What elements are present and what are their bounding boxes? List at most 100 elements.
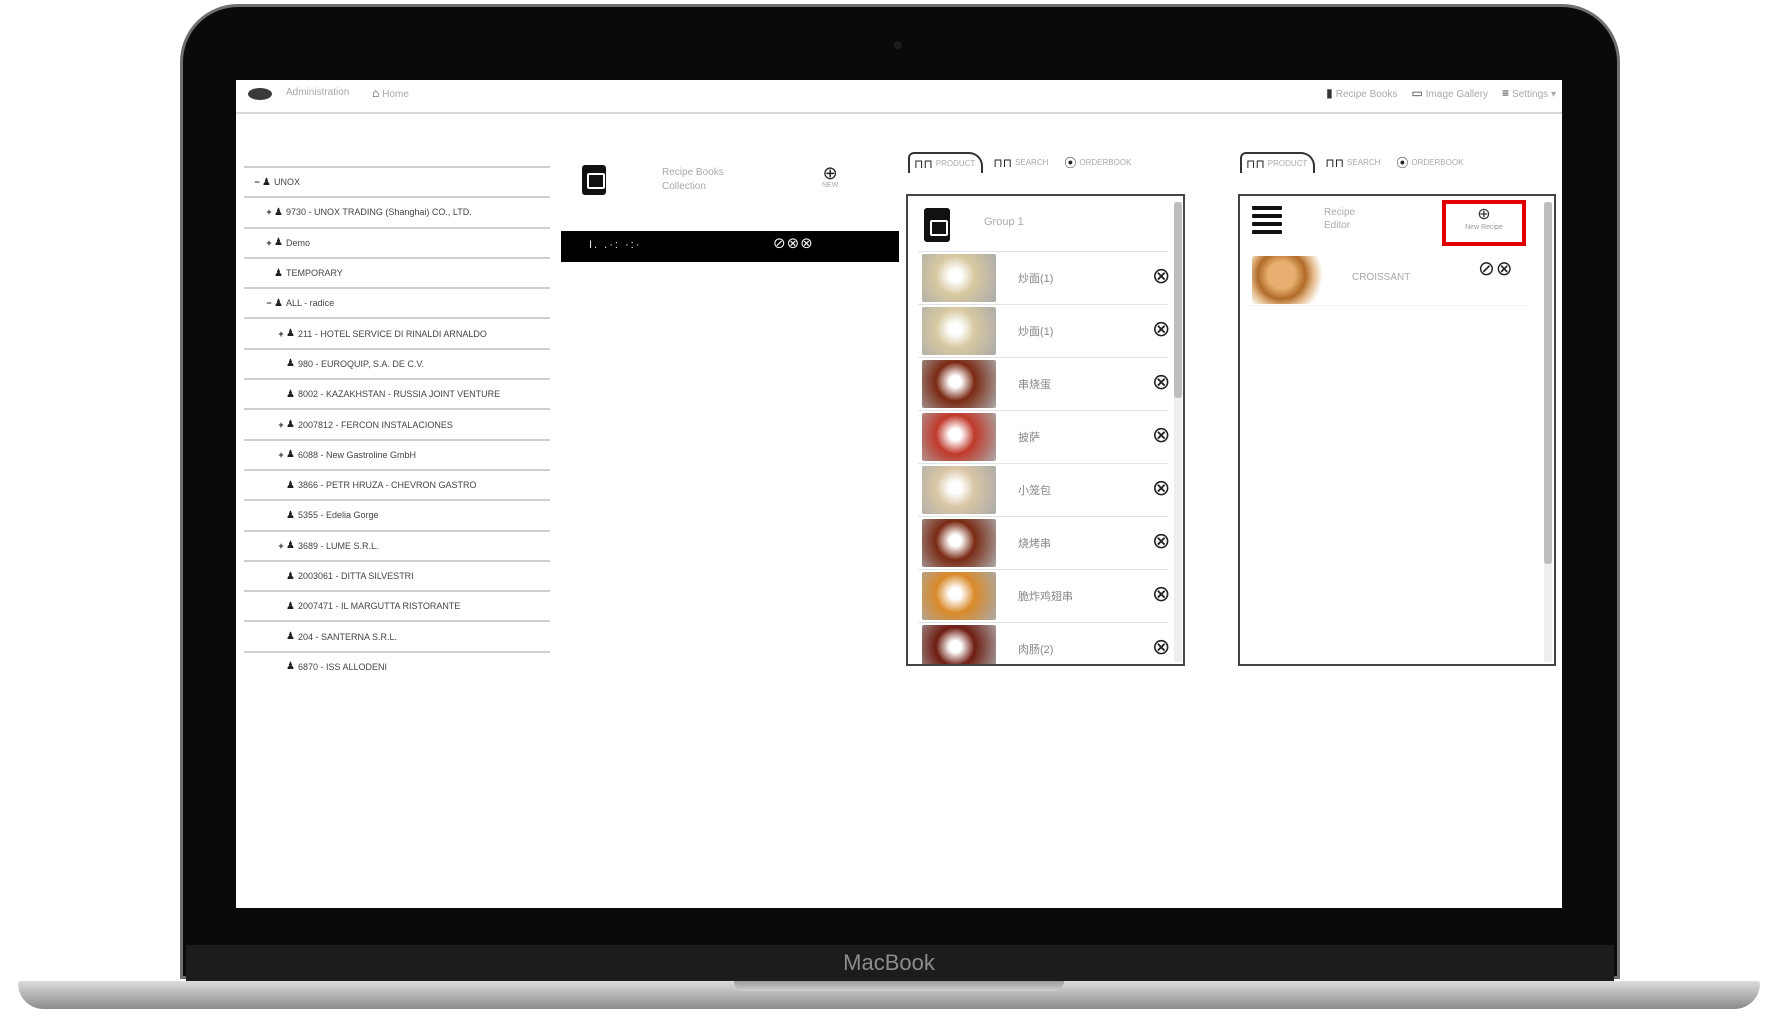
selected-collection-label: I. .·: ·:· [589, 239, 642, 251]
recipe-row[interactable]: 炒面(1) ⊗ [918, 251, 1170, 304]
nav-administration-link[interactable]: Administration [286, 87, 349, 98]
customer-tree: − ♟ UNOX + ♟ 9730 - UNOX TRADING (Shanghai) C… [244, 166, 550, 681]
plus-circle-icon: ⊕ [822, 163, 838, 183]
user-icon: ♟ [286, 631, 295, 643]
recipe-row[interactable]: 脆炸鸡翅串 ⊗ [918, 569, 1170, 622]
recipe-editor-title: Recipe Editor [1324, 207, 1356, 231]
tree-item[interactable]: − ♟ UNOX [244, 166, 550, 196]
nav-home-link[interactable]: ⌂ Home [372, 86, 409, 100]
tree-item[interactable]: + ♟ 211 - HOTEL SERVICE DI RINALDI ARNALDO [244, 317, 550, 347]
remove-circle-icon[interactable]: ⊗ [1152, 636, 1170, 658]
expand-icon[interactable]: + [276, 450, 286, 460]
nav-recipe-books-link[interactable]: ▮ Recipe Books [1326, 86, 1397, 100]
tree-item[interactable]: ♟ 3866 - PETR HRUZA - CHEVRON GASTRO [244, 468, 550, 499]
tree-item[interactable]: + ♟ 3689 - LUME S.R.L. [244, 529, 550, 560]
tab-product[interactable]: ⊓⊓ PRODUCT [908, 152, 984, 173]
user-icon: ♟ [274, 237, 283, 249]
tree-item[interactable]: ♟ 6870 - ISS ALLODENI [244, 650, 550, 681]
remove-circle-icon[interactable]: ⊗ [1152, 424, 1170, 446]
collection-actions-icons[interactable]: ⊘⊗⊗ [773, 234, 814, 252]
expand-icon[interactable]: + [276, 541, 286, 551]
recipe-row[interactable]: 串烧蛋 ⊗ [918, 357, 1170, 410]
brand-logo-icon[interactable] [248, 88, 272, 100]
recipe-name: 小笼包 [1018, 485, 1051, 497]
groups-panel: Group 1 炒面(1) ⊗ 炒面(1) ⊗ 串烧蛋 ⊗ 披萨 ⊗ 小笼包 ⊗ 烧烤串 ⊗ 脆炸鸡翅串… [906, 194, 1185, 666]
collapse-icon[interactable]: − [252, 177, 262, 187]
tree-item[interactable]: ♟ 5355 - Edelia Gorge [244, 499, 550, 529]
groups-scrollbar-thumb[interactable] [1174, 202, 1182, 398]
tab-orderbook-label: ORDERBOOK [1411, 158, 1464, 167]
recipe-row[interactable]: 小笼包 ⊗ [918, 463, 1170, 516]
chevron-down-icon: ▾ [1548, 89, 1556, 100]
tab-orderbook-label: ORDERBOOK [1079, 158, 1132, 167]
remove-circle-icon[interactable]: ⊗ [1152, 318, 1170, 340]
tab-product[interactable]: ⊓⊓ PRODUCT [1240, 152, 1316, 173]
tab-search[interactable]: ⊓⊓ SEARCH [989, 152, 1054, 173]
expand-icon[interactable]: + [276, 420, 286, 430]
nav-home-label: Home [382, 89, 409, 100]
recipe-thumbnail [922, 466, 996, 514]
user-icon: ♟ [286, 509, 295, 521]
selected-collection-row[interactable]: I. .·: ·:· ⊘⊗⊗ [561, 231, 899, 262]
remove-circle-icon[interactable]: ⊗ [1152, 530, 1170, 552]
remove-circle-icon[interactable]: ⊗ [1152, 265, 1170, 287]
user-icon: ♟ [274, 267, 283, 279]
tree-item[interactable]: ♟ 2007471 - IL MARGUTTA RISTORANTE [244, 590, 550, 620]
tree-item[interactable]: ♟ 204 - SANTERNA S.R.L. [244, 620, 550, 650]
tree-item[interactable]: + ♟ 2007812 - FERCON INSTALACIONES [244, 408, 550, 438]
editor-scrollbar-thumb[interactable] [1544, 202, 1552, 564]
tab-orderbook[interactable]: ⦿ ORDERBOOK [1392, 152, 1469, 173]
app-screen: Administration ⌂ Home ▮ Recipe Books ▭ Imag… [236, 80, 1562, 908]
expand-icon[interactable]: + [264, 238, 274, 248]
user-icon: ♟ [286, 600, 295, 612]
collection-title: Recipe Books Collection [662, 167, 724, 192]
laptop-brand-label: MacBook [843, 950, 935, 975]
tree-item-label: TEMPORARY [285, 268, 343, 279]
expand-icon[interactable]: + [276, 329, 286, 339]
new-recipe-button[interactable]: ⊕ New Recipe [1442, 200, 1526, 246]
tree-item-label: 5355 - Edelia Gorge [297, 510, 379, 521]
user-icon: ♟ [286, 358, 295, 370]
tree-item-label: 6088 - New Gastroline GmbH [297, 449, 417, 460]
recipe-item-actions[interactable]: ⊘⊗ [1478, 256, 1514, 281]
recipe-thumbnail [922, 360, 996, 408]
recipe-name: 串烧蛋 [1018, 379, 1051, 391]
nav-settings-dropdown[interactable]: ≡ Settings ▾ [1502, 86, 1556, 100]
expand-icon[interactable]: + [264, 207, 274, 217]
tree-item-label: 9730 - UNOX TRADING (Shanghai) CO., LTD. [285, 207, 472, 218]
recipe-thumbnail [1252, 256, 1326, 304]
tree-item[interactable]: ♟ TEMPORARY [244, 256, 550, 287]
tree-item-label: UNOX [273, 177, 300, 188]
collapse-icon[interactable]: − [264, 298, 274, 308]
tree-item[interactable]: − ♟ ALL - radice [244, 287, 550, 317]
recipe-list: 炒面(1) ⊗ 炒面(1) ⊗ 串烧蛋 ⊗ 披萨 ⊗ 小笼包 ⊗ 烧烤串 ⊗ 脆炸鸡翅串 ⊗ 肉肠(2) ⊗ [918, 251, 1170, 664]
recipe-name: 炒面(1) [1018, 326, 1054, 338]
nav-image-gallery-link[interactable]: ▭ Image Gallery [1411, 86, 1488, 100]
recipe-item-row[interactable]: CROISSANT ⊘⊗ [1248, 254, 1528, 306]
tab-orderbook[interactable]: ⦿ ORDERBOOK [1060, 152, 1137, 173]
recipe-thumbnail [922, 519, 996, 567]
recipe-book-collection-icon [582, 165, 606, 195]
tree-item[interactable]: ♟ 2003061 - DITTA SILVESTRI [244, 559, 550, 590]
tree-item[interactable]: ♟ 980 - EUROQUIP, S.A. DE C.V. [244, 347, 550, 378]
remove-circle-icon[interactable]: ⊗ [1152, 583, 1170, 605]
tab-search[interactable]: ⊓⊓ SEARCH [1321, 152, 1386, 173]
editor-panel-tabs: ⊓⊓ PRODUCT ⊓⊓ SEARCH ⦿ ORDERBOOK [1240, 152, 1469, 173]
user-icon: ♟ [286, 388, 295, 400]
remove-circle-icon[interactable]: ⊗ [1152, 477, 1170, 499]
user-icon: ♟ [286, 479, 295, 491]
tree-item[interactable]: + ♟ Demo [244, 226, 550, 257]
new-collection-button[interactable]: ⊕ NEW [822, 164, 838, 189]
tree-item[interactable]: + ♟ 9730 - UNOX TRADING (Shanghai) CO., LT… [244, 196, 550, 226]
recipe-row[interactable]: 炒面(1) ⊗ [918, 304, 1170, 357]
recipe-row[interactable]: 烧烤串 ⊗ [918, 516, 1170, 569]
new-collection-label: NEW [822, 182, 839, 189]
recipe-row[interactable]: 肉肠(2) ⊗ [918, 622, 1170, 664]
remove-circle-icon[interactable]: ⊗ [1152, 371, 1170, 393]
tree-item-label: 3689 - LUME S.R.L. [297, 540, 379, 551]
recipe-row[interactable]: 披萨 ⊗ [918, 410, 1170, 463]
tree-item[interactable]: ♟ 8002 - KAZAKHSTAN - RUSSIA JOINT VENTUR… [244, 378, 550, 408]
tree-item[interactable]: + ♟ 6088 - New Gastroline GmbH [244, 438, 550, 469]
plus-circle-icon: ⊕ [1477, 206, 1491, 223]
cutlery-icon: ⦿ [1396, 156, 1409, 170]
